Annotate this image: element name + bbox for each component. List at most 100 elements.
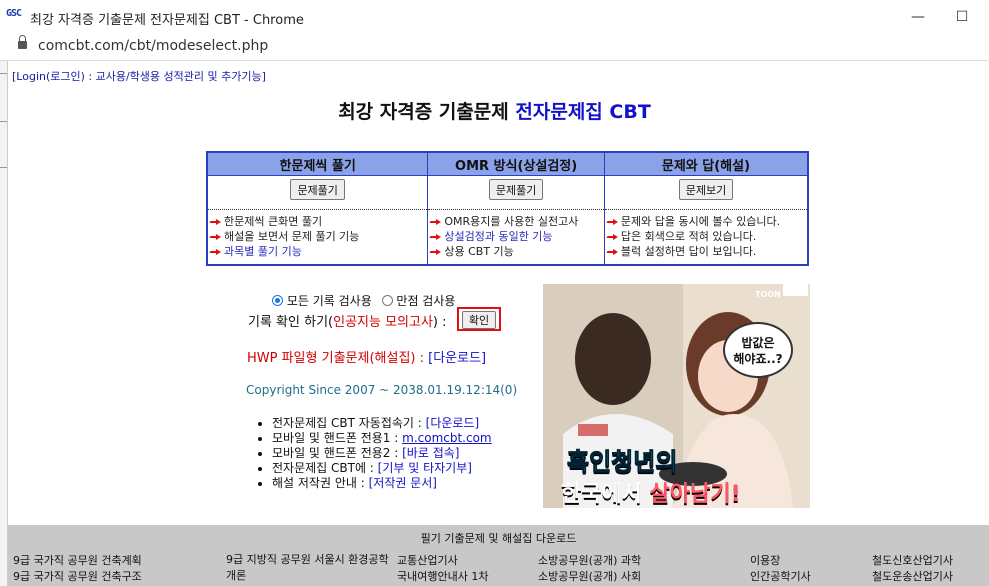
footer-exam-link[interactable]: 9급 지방직 공무원 서울시 환경공학개론 xyxy=(226,552,391,584)
list-item: 블럭 설정하면 답이 보입니다. xyxy=(605,244,807,259)
radio-all-label[interactable]: 모든 기록 검사용 xyxy=(287,294,372,308)
desc-text: 상용 CBT 기능 xyxy=(444,245,514,258)
link-label: 모바일 및 핸드폰 전용2 : xyxy=(272,446,403,460)
list-item: 문제와 답을 동시에 볼수 있습니다. xyxy=(605,214,807,229)
desc-text: OMR용지를 사용한 실전고사 xyxy=(444,215,579,228)
ad-speech-bubble: 밥값은 해야죠..? xyxy=(723,322,793,378)
copyright-doc-link[interactable]: [저작권 문서] xyxy=(369,476,437,490)
footer-exam-link[interactable]: 9급 국가직 공무원 건축구조 xyxy=(13,568,142,584)
radio-perfect-label[interactable]: 만점 검사용 xyxy=(396,294,455,308)
red-arrow-icon xyxy=(607,249,618,255)
mode-desc-omr: OMR용지를 사용한 실전고사 상설검정과 동일한 기능 상용 CBT 기능 xyxy=(427,209,605,265)
advertisement-banner[interactable]: TOON 밥값은 해야죠..? 흑인청년의 한국에서 살아남기! xyxy=(543,284,810,508)
mode-desc-single: 한문제씩 큰화면 풀기 해설을 보면서 문제 풀기 기능 과목별 풀기 기능 xyxy=(206,209,429,265)
red-arrow-icon xyxy=(210,219,221,225)
footer-exam-link[interactable]: 인간공학기사 xyxy=(750,568,811,584)
mode-header-single: 한문제씩 풀기 xyxy=(206,151,429,176)
history-text-end: ) : xyxy=(432,315,447,330)
link-label: 해설 저작권 안내 : xyxy=(272,476,369,490)
gsc-logo-icon: GSC xyxy=(6,8,22,19)
login-link[interactable]: [Login(로그인) : 교사용/학생용 성적관리 및 추가기능] xyxy=(12,68,266,84)
ad-headline-1: 흑인청년의 xyxy=(566,448,678,477)
footer-download-section: 필기 기출문제 및 해설집 다운로드 9급 국가직 공무원 건축계획 9급 국가… xyxy=(8,525,989,586)
ai-mock-exam-text: 인공지능 모의고사 xyxy=(333,315,433,330)
red-arrow-icon xyxy=(607,234,618,240)
ad-choices-icon[interactable] xyxy=(783,284,808,296)
red-arrow-icon xyxy=(210,249,221,255)
radio-perfect-score[interactable] xyxy=(381,295,393,306)
desc-text: 한문제씩 큰화면 풀기 xyxy=(224,215,323,228)
list-item: 모바일 및 핸드폰 전용2 : [바로 접속] xyxy=(272,446,492,461)
page-title-main: 최강 자격증 기출문제 xyxy=(338,101,516,123)
desc-text: 상설검정과 동일한 기능 xyxy=(444,230,553,243)
ad-brand: TOON xyxy=(755,290,781,299)
history-text: 기록 확인 하기( xyxy=(248,315,334,330)
mode-button-cell: 문제보기 xyxy=(603,175,809,210)
ad-headline-2: 한국에서 살아남기! xyxy=(561,476,741,508)
list-item: 해설을 보면서 문제 풀기 기능 xyxy=(208,229,427,244)
history-check-label: 기록 확인 하기(인공지능 모의고사) : xyxy=(248,311,447,330)
list-item: 모바일 및 핸드폰 전용1 : m.comcbt.com xyxy=(272,431,492,446)
red-arrow-icon xyxy=(607,219,618,225)
auto-connect-download-link[interactable]: [다운로드] xyxy=(426,416,480,430)
lock-icon xyxy=(18,35,27,49)
footer-title: 필기 기출문제 및 해설집 다운로드 xyxy=(420,532,577,545)
red-arrow-icon xyxy=(430,234,442,240)
mobile-site-link[interactable]: m.comcbt.com xyxy=(402,431,492,445)
list-item: 해설 저작권 안내 : [저작권 문서] xyxy=(272,476,492,491)
check-mode-radios: 모든 기록 검사용 만점 검사용 xyxy=(272,292,455,309)
footer-exam-link[interactable]: 이용장 xyxy=(750,552,780,568)
window-title: 최강 자격증 기출문제 전자문제집 CBT - Chrome xyxy=(30,13,304,28)
list-item: 전자문제집 CBT에 : [기부 및 타자기부] xyxy=(272,461,492,476)
desc-text: 과목별 풀기 기능 xyxy=(224,245,302,258)
list-item: OMR용지를 사용한 실전고사 xyxy=(428,214,604,229)
mode-button-cell: 문제풀기 xyxy=(206,175,429,210)
footer-exam-link[interactable]: 철도신호산업기사 xyxy=(872,552,953,568)
radio-all-records[interactable] xyxy=(272,295,283,306)
hwp-download-link[interactable]: [다운로드] xyxy=(428,351,486,366)
desc-text: 문제와 답을 동시에 볼수 있습니다. xyxy=(620,215,781,228)
red-arrow-icon xyxy=(210,234,221,240)
list-item: 한문제씩 큰화면 풀기 xyxy=(208,214,427,229)
ad-headline-2a: 한국에서 xyxy=(561,482,650,507)
link-label: 전자문제집 CBT 자동접속기 : xyxy=(272,416,426,430)
mode-button-cell: 문제풀기 xyxy=(427,175,605,210)
footer-exam-link[interactable]: 교통산업기사 xyxy=(397,552,458,568)
list-item: 상용 CBT 기능 xyxy=(428,244,604,259)
mobile-direct-link[interactable]: [바로 접속] xyxy=(402,446,459,460)
page-title-highlight: 전자문제집 CBT xyxy=(515,101,651,123)
footer-exam-link[interactable]: 국내여행안내사 1차 xyxy=(397,568,488,584)
red-arrow-icon xyxy=(430,249,442,255)
footer-exam-link[interactable]: 9급 국가직 공무원 건축계획 xyxy=(13,552,142,568)
left-window-strip xyxy=(0,61,8,586)
list-item: 과목별 풀기 기능 xyxy=(208,244,427,259)
url-text[interactable]: comcbt.com/cbt/modeselect.php xyxy=(38,38,268,54)
copyright-text: Copyright Since 2007 ~ 2038.01.19.12:14(… xyxy=(246,383,518,397)
desc-text: 블럭 설정하면 답이 보입니다. xyxy=(620,245,757,258)
donate-link[interactable]: [기부 및 타자기부] xyxy=(378,461,472,475)
maximize-button[interactable]: ☐ xyxy=(940,2,984,32)
footer-exam-link[interactable]: 소방공무원(공개) 사회 xyxy=(538,568,641,584)
confirm-button[interactable]: 확인 xyxy=(462,311,496,329)
list-item: 상설검정과 동일한 기능 xyxy=(428,229,604,244)
single-solve-button[interactable]: 문제풀기 xyxy=(290,179,345,200)
minimize-button[interactable]: — xyxy=(896,2,940,32)
red-arrow-icon xyxy=(430,219,442,225)
hwp-download-line: HWP 파일형 기출문제(해설집) : [다운로드] xyxy=(247,347,486,366)
list-item: 전자문제집 CBT 자동접속기 : [다운로드] xyxy=(272,416,492,431)
view-answers-button[interactable]: 문제보기 xyxy=(678,179,734,200)
mode-header-omr: OMR 방식(상설검정) xyxy=(427,151,605,176)
page-title: 최강 자격증 기출문제 전자문제집 CBT xyxy=(0,97,989,124)
footer-exam-link[interactable]: 소방공무원(공개) 과학 xyxy=(538,552,641,568)
mode-header-answers: 문제와 답(해설) xyxy=(603,151,809,176)
link-label: 전자문제집 CBT에 : xyxy=(272,461,378,475)
desc-text: 답은 회색으로 적혀 있습니다. xyxy=(620,230,757,243)
desc-text: 해설을 보면서 문제 풀기 기능 xyxy=(224,230,360,243)
hwp-text: HWP 파일형 기출문제(해설집) : xyxy=(247,351,429,366)
window-titlebar: GSC 최강 자격증 기출문제 전자문제집 CBT - Chrome — ☐ xyxy=(0,0,989,35)
list-item: 답은 회색으로 적혀 있습니다. xyxy=(605,229,807,244)
omr-solve-button[interactable]: 문제풀기 xyxy=(488,179,544,200)
mode-desc-answers: 문제와 답을 동시에 볼수 있습니다. 답은 회색으로 적혀 있습니다. 블럭 … xyxy=(603,209,809,265)
links-list: 전자문제집 CBT 자동접속기 : [다운로드] 모바일 및 핸드폰 전용1 :… xyxy=(258,416,492,491)
footer-exam-link[interactable]: 철도운송산업기사 xyxy=(872,568,953,584)
